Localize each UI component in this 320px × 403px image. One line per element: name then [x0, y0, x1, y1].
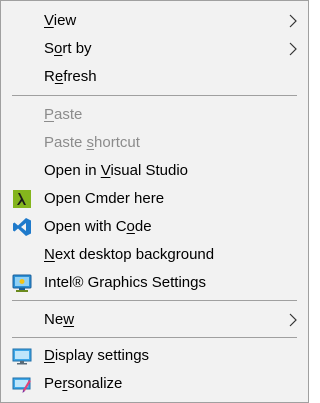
chevron-right-icon [289, 14, 297, 28]
menu-item-label: Sort by [44, 40, 92, 57]
menu-item-label: Next desktop background [44, 246, 215, 263]
chevron-right-icon [289, 313, 297, 327]
menu-item-view[interactable]: View [1, 7, 308, 35]
menu-item-label: New [44, 311, 75, 328]
menu-item-label: View [44, 12, 77, 29]
menu-item-label: Paste [44, 106, 83, 123]
menu-item-personalize[interactable]: Personalize [1, 370, 308, 398]
vscode-icon [11, 217, 33, 237]
intel-graphics-icon [11, 273, 33, 293]
menu-item-label: Open Cmder here [44, 190, 165, 207]
menu-separator [12, 337, 297, 338]
menu-item-label: Paste shortcut [44, 134, 140, 151]
menu-item-label: Open in Visual Studio [44, 162, 189, 179]
menu-item-display-settings[interactable]: Display settings [1, 342, 308, 370]
menu-separator [12, 95, 297, 96]
menu-item-open-in-visual-studio[interactable]: Open in Visual Studio [1, 157, 308, 185]
menu-item-label: Intel® Graphics Settings [44, 274, 206, 291]
menu-item-label: Open with Code [44, 218, 152, 235]
menu-item-paste: Paste [1, 101, 308, 129]
cmder-lambda-icon [11, 189, 33, 209]
menu-item-next-desktop-background[interactable]: Next desktop background [1, 241, 308, 269]
personalize-icon [11, 374, 33, 394]
display-icon [11, 346, 33, 366]
menu-item-intel-graphics-settings[interactable]: Intel® Graphics Settings [1, 269, 308, 297]
menu-item-open-cmder-here[interactable]: Open Cmder here [1, 185, 308, 213]
menu-item-label: Refresh [44, 68, 97, 85]
chevron-right-icon [289, 42, 297, 56]
desktop-context-menu: View Sort by Refresh Paste Paste shortcu… [0, 0, 309, 403]
menu-item-refresh[interactable]: Refresh [1, 63, 308, 91]
menu-item-paste-shortcut: Paste shortcut [1, 129, 308, 157]
menu-separator [12, 300, 297, 301]
menu-item-label: Display settings [44, 347, 150, 364]
menu-item-open-with-code[interactable]: Open with Code [1, 213, 308, 241]
menu-item-label: Personalize [44, 375, 123, 392]
menu-item-new[interactable]: New [1, 306, 308, 334]
menu-item-sort-by[interactable]: Sort by [1, 35, 308, 63]
